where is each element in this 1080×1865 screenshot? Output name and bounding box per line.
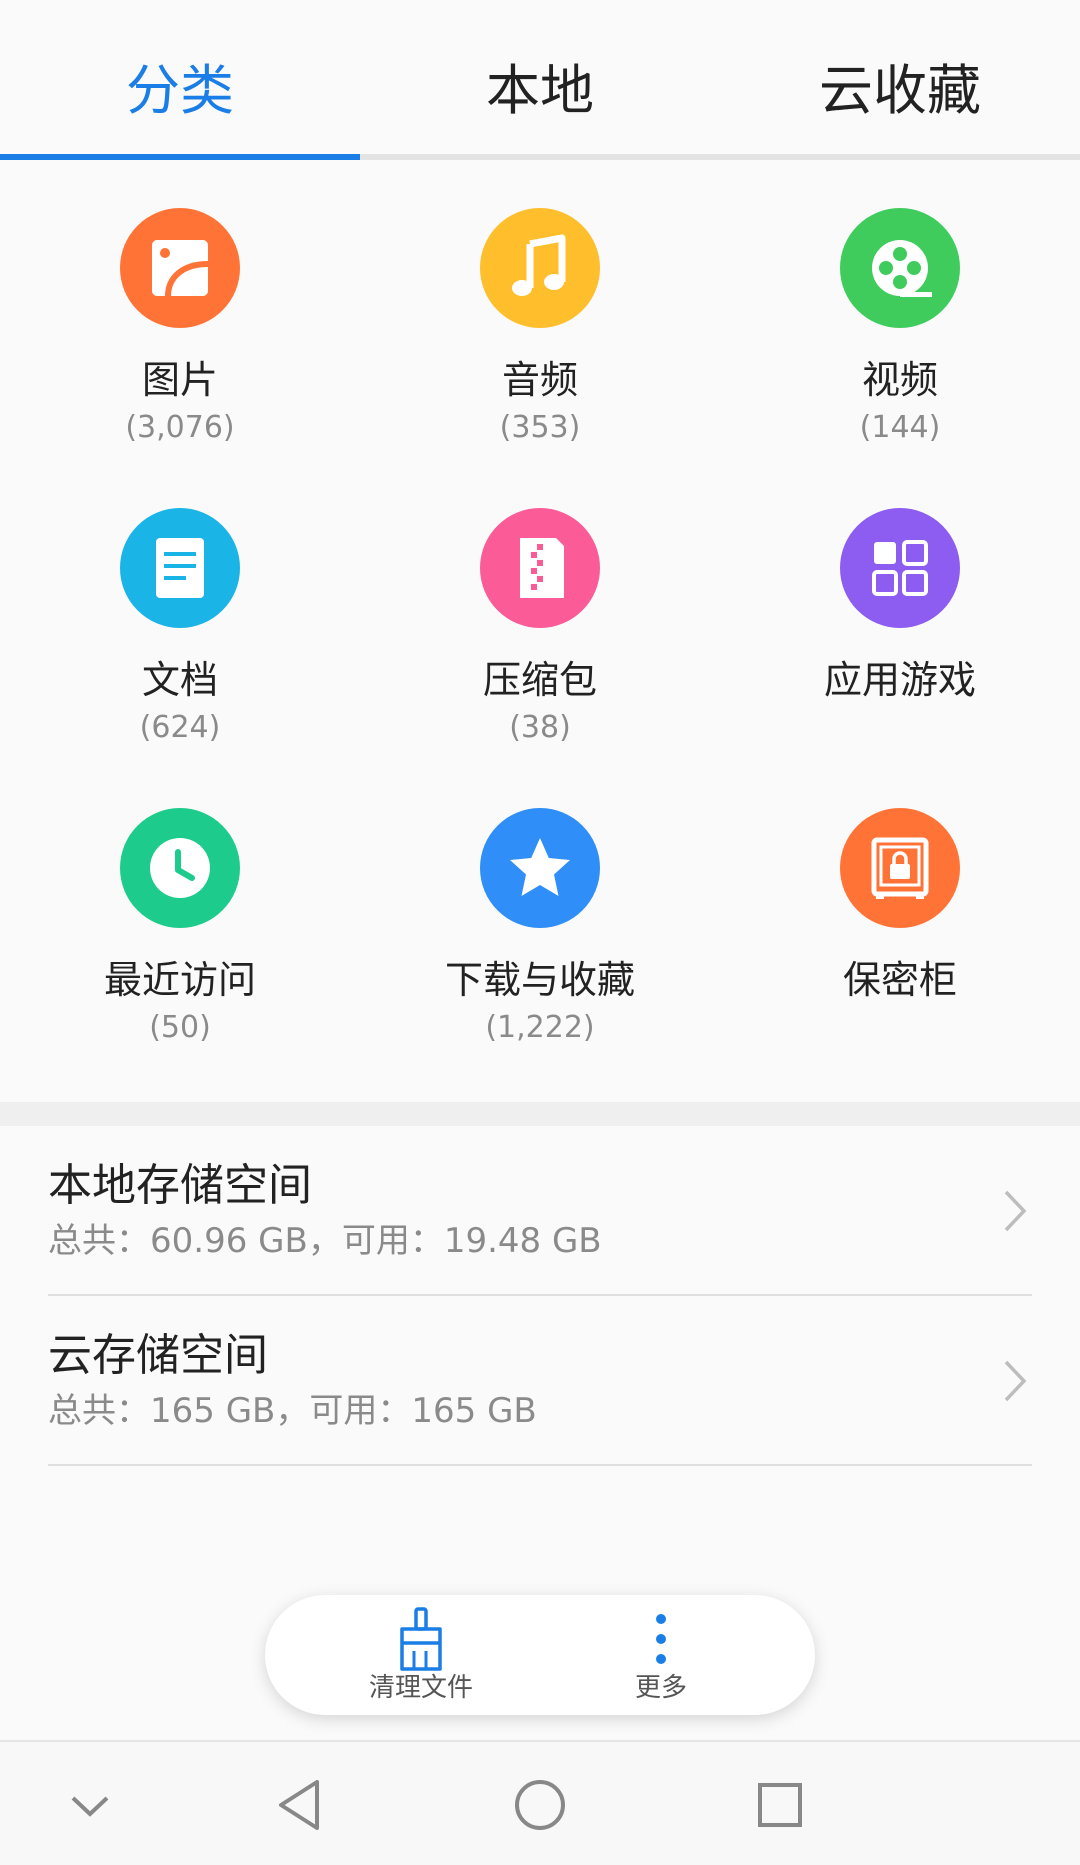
chevron-right-icon: [1004, 1190, 1027, 1232]
recents-square-icon: [758, 1783, 802, 1827]
category-audio[interactable]: 音频 (353): [360, 160, 720, 460]
clock-icon: [120, 808, 240, 928]
category-count: (38): [509, 710, 571, 745]
chevron-right-icon: [1004, 1360, 1027, 1402]
tab-cloud-favorites[interactable]: 云收藏: [720, 46, 1080, 136]
category-recent[interactable]: 最近访问 (50): [0, 760, 360, 1060]
category-count: (3,076): [125, 410, 235, 445]
category-images[interactable]: 图片 (3,076): [0, 160, 360, 460]
action-label: 清理文件: [368, 1673, 473, 1703]
chevron-down-icon: [71, 1796, 109, 1817]
category-archives[interactable]: 压缩包 (38): [360, 460, 720, 760]
system-nav-bar: [0, 1740, 1080, 1865]
category-label: 视频: [861, 358, 938, 402]
storage-detail: 总共：165 GB，可用：165 GB: [48, 1391, 537, 1431]
category-label: 图片: [141, 358, 218, 402]
music-icon: [480, 208, 600, 328]
category-documents[interactable]: 文档 (624): [0, 460, 360, 760]
category-label: 音频: [501, 358, 578, 402]
storage-title: 云存储空间: [48, 1330, 268, 1381]
broom-icon: [400, 1607, 442, 1671]
bottom-action-bar: 清理文件 更多: [265, 1595, 815, 1715]
storage-title: 本地存储空间: [48, 1160, 312, 1211]
tab-local[interactable]: 本地: [360, 46, 720, 136]
category-label: 保密柜: [842, 958, 957, 1002]
hide-nav-button[interactable]: [55, 1770, 125, 1840]
category-label: 压缩包: [482, 658, 597, 702]
apps-grid-icon: [840, 508, 960, 628]
clean-files-button[interactable]: 清理文件: [301, 1595, 541, 1715]
local-storage-row[interactable]: 本地存储空间 总共：60.96 GB，可用：19.48 GB: [0, 1126, 1080, 1296]
image-icon: [120, 208, 240, 328]
tab-categories[interactable]: 分类: [0, 46, 360, 136]
category-count: (1,222): [485, 1010, 595, 1045]
home-button[interactable]: [505, 1770, 575, 1840]
section-divider: [0, 1102, 1080, 1126]
category-count: (50): [149, 1010, 211, 1045]
home-circle-icon: [515, 1780, 565, 1830]
cloud-storage-row[interactable]: 云存储空间 总共：165 GB，可用：165 GB: [0, 1296, 1080, 1466]
zip-icon: [480, 508, 600, 628]
category-count: (353): [499, 410, 581, 445]
back-triangle-icon: [279, 1780, 319, 1830]
star-icon: [480, 808, 600, 928]
category-apps-games[interactable]: 应用游戏: [720, 460, 1080, 760]
category-downloads-favorites[interactable]: 下载与收藏 (1,222): [360, 760, 720, 1060]
category-count: (624): [139, 710, 221, 745]
more-button[interactable]: 更多: [541, 1595, 781, 1715]
category-label: 最近访问: [103, 958, 256, 1002]
storage-detail: 总共：60.96 GB，可用：19.48 GB: [48, 1221, 602, 1261]
video-reel-icon: [840, 208, 960, 328]
back-button[interactable]: [265, 1770, 335, 1840]
more-vertical-icon: [656, 1614, 666, 1664]
category-count: (144): [859, 410, 941, 445]
document-icon: [120, 508, 240, 628]
recents-button[interactable]: [745, 1770, 815, 1840]
tab-bar: 分类 本地 云收藏: [0, 0, 1080, 160]
action-label: 更多: [634, 1673, 687, 1703]
row-divider: [48, 1464, 1032, 1466]
category-label: 下载与收藏: [444, 958, 635, 1002]
file-manager-screen: 分类 本地 云收藏 图片 (3,076) 音频 (353) 视频 (144) 文…: [0, 0, 1080, 1865]
category-label: 文档: [141, 658, 218, 702]
category-label: 应用游戏: [823, 658, 976, 702]
safe-lock-icon: [840, 808, 960, 928]
category-video[interactable]: 视频 (144): [720, 160, 1080, 460]
category-grid: 图片 (3,076) 音频 (353) 视频 (144) 文档 (624) 压缩…: [0, 160, 1080, 1100]
category-safe[interactable]: 保密柜: [720, 760, 1080, 1060]
